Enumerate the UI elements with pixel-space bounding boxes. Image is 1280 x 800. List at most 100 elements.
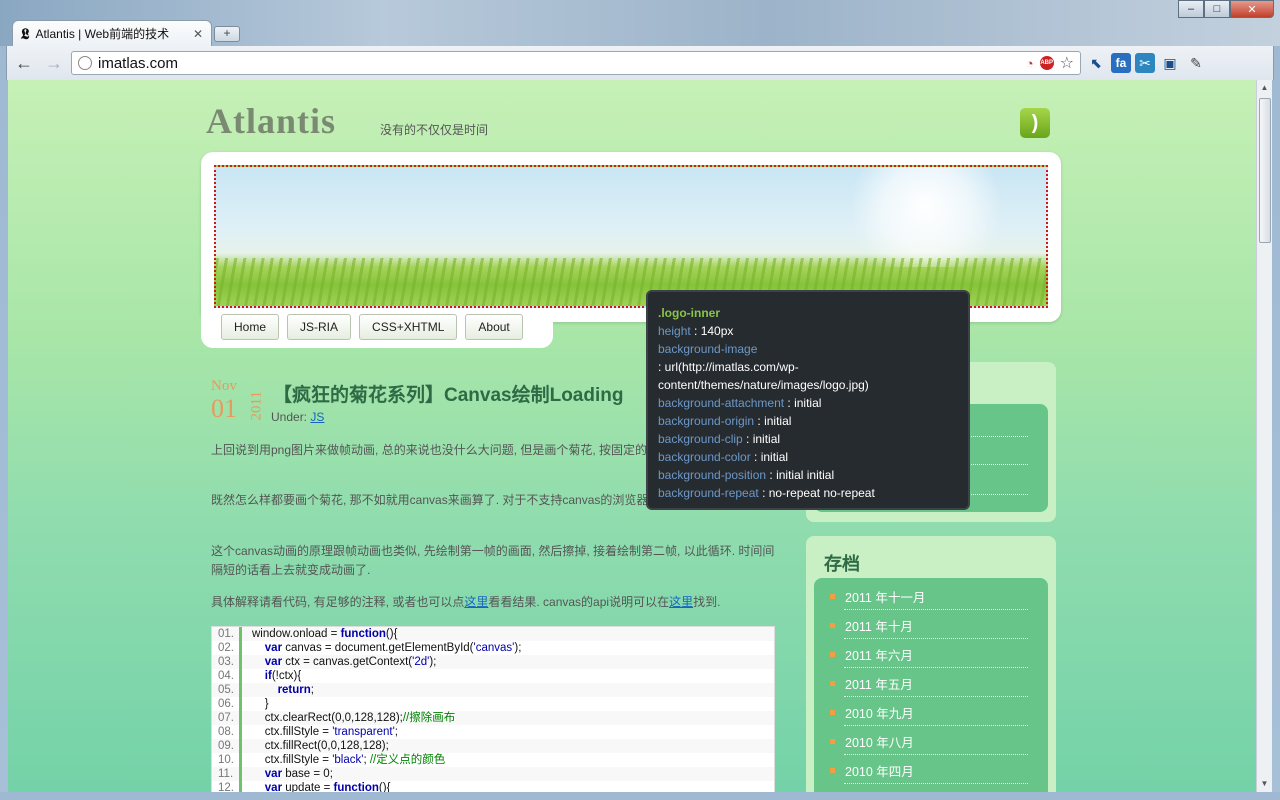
code-line: 03. var ctx = canvas.getContext('2d'); bbox=[212, 655, 774, 669]
browser-tab[interactable]: 𝕷 Atlantis | Web前端的技术 ✕ bbox=[12, 20, 212, 46]
property-name: background-clip bbox=[658, 432, 743, 446]
line-number: 02. bbox=[212, 641, 242, 655]
line-number: 03. bbox=[212, 655, 242, 669]
category-link[interactable]: JS bbox=[310, 410, 324, 424]
archive-item[interactable]: 2010 年四月 bbox=[830, 761, 914, 780]
post-category: Under: JS bbox=[271, 410, 324, 424]
forward-button[interactable]: → bbox=[41, 51, 67, 75]
archive-item[interactable]: 2010 年九月 bbox=[830, 703, 914, 722]
code-text: if(!ctx){ bbox=[264, 670, 302, 682]
archive-item[interactable]: 2011 年六月 bbox=[830, 645, 913, 664]
tooltip-selector: .logo-inner bbox=[658, 306, 720, 320]
code-text: ctx.fillRect(0,0,128,128); bbox=[252, 740, 389, 752]
post-paragraph-4: 具体解释请看代码, 有足够的注释, 或者也可以点这里看看结果. canvas的a… bbox=[211, 593, 786, 612]
line-number: 10. bbox=[212, 753, 242, 767]
nav-js-ria[interactable]: JS-RIA bbox=[287, 314, 352, 340]
under-label: Under: bbox=[271, 410, 308, 424]
line-number: 09. bbox=[212, 739, 242, 753]
inspector-tooltip: .logo-inner height : 140px background-ima… bbox=[646, 290, 970, 510]
property-name: background-position bbox=[658, 468, 767, 482]
tooltip-property: background-position : initial initial bbox=[658, 468, 835, 482]
nav-about[interactable]: About bbox=[465, 314, 523, 340]
browser-toolbar: ← → imatlas.com ◔ ABP ☆ ⬉ fa ✂ ▣ ✎ bbox=[6, 46, 1274, 80]
line-number: 06. bbox=[212, 697, 242, 711]
nav-home[interactable]: Home bbox=[221, 314, 280, 340]
tooltip-property: background-origin : initial bbox=[658, 414, 792, 428]
maximize-button[interactable]: □ bbox=[1204, 0, 1230, 18]
page-action-icon[interactable]: ◔ bbox=[1026, 56, 1034, 71]
tooltip-property: background-attachment : initial bbox=[658, 396, 822, 410]
scroll-down-arrow[interactable]: ▼ bbox=[1257, 776, 1272, 792]
back-button[interactable]: ← bbox=[11, 51, 37, 75]
scroll-up-arrow[interactable]: ▲ bbox=[1257, 80, 1272, 96]
line-number: 12. bbox=[212, 781, 242, 792]
code-text: var base = 0; bbox=[264, 768, 333, 780]
line-number: 07. bbox=[212, 711, 242, 725]
logo-inner-banner[interactable] bbox=[214, 165, 1048, 308]
site-tagline: 没有的不仅仅是时间 bbox=[380, 123, 489, 137]
archive-label: 2011 年五月 bbox=[845, 678, 913, 692]
code-text: var update = function(){ bbox=[264, 782, 391, 792]
code-line: 05. return; bbox=[212, 683, 774, 697]
rss-icon[interactable]: ) bbox=[1020, 108, 1050, 138]
api-link[interactable]: 这里 bbox=[669, 595, 693, 609]
address-bar[interactable]: imatlas.com ◔ ABP ☆ bbox=[71, 51, 1081, 75]
scroll-thumb[interactable] bbox=[1259, 98, 1271, 243]
post-title[interactable]: 【疯狂的菊花系列】Canvas绘制Loading bbox=[273, 380, 623, 407]
code-text: ctx.fillStyle = 'transparent'; bbox=[252, 726, 398, 738]
archive-item[interactable]: 2011 年十一月 bbox=[830, 587, 925, 606]
archive-label: 2010 年四月 bbox=[845, 765, 914, 779]
line-number: 08. bbox=[212, 725, 242, 739]
archive-label: 2010 年八月 bbox=[845, 736, 914, 750]
bookmark-star-icon[interactable]: ☆ bbox=[1060, 53, 1074, 73]
minimize-button[interactable]: – bbox=[1178, 0, 1204, 18]
post-day: 01 bbox=[211, 394, 237, 423]
vertical-scrollbar[interactable]: ▲ ▼ bbox=[1256, 80, 1272, 792]
code-line: 06. } bbox=[212, 697, 774, 711]
p4-text-a: 具体解释请看代码, 有足够的注释, 或者也可以点 bbox=[211, 595, 465, 609]
code-block: 01. window.onload = function(){02. var ca… bbox=[211, 626, 775, 792]
new-tab-button[interactable]: + bbox=[214, 26, 240, 42]
adblock-icon[interactable]: ABP bbox=[1039, 56, 1054, 70]
code-line: 07. ctx.clearRect(0,0,128,128);//擦除画布 bbox=[212, 711, 774, 725]
wrench-menu-icon[interactable]: ✎ bbox=[1185, 52, 1207, 74]
p4-text-b: 看看结果. canvas的api说明可以在 bbox=[488, 595, 670, 609]
site-title[interactable]: Atlantis bbox=[206, 100, 336, 142]
property-name: background-repeat bbox=[658, 486, 759, 500]
archive-item[interactable]: 2010 年八月 bbox=[830, 732, 914, 751]
property-name: background-attachment bbox=[658, 396, 785, 410]
nav-css-xhtml[interactable]: CSS+XHTML bbox=[359, 314, 458, 340]
bullet-icon bbox=[830, 594, 835, 599]
globe-icon bbox=[78, 56, 92, 70]
fa-extension-icon[interactable]: fa bbox=[1111, 53, 1131, 73]
code-text: return; bbox=[277, 684, 314, 696]
bullet-icon bbox=[830, 768, 835, 773]
code-line: 02. var canvas = document.getElementById… bbox=[212, 641, 774, 655]
element-picker-icon[interactable]: ⬉ bbox=[1085, 52, 1107, 74]
tab-close-icon[interactable]: ✕ bbox=[193, 27, 203, 41]
tooltip-property: background-repeat : no-repeat no-repeat bbox=[658, 486, 875, 500]
page-viewport: Atlantis 没有的不仅仅是时间 ) Home JS-RIA CSS+XHT… bbox=[8, 80, 1256, 792]
tooltip-property: background-clip : initial bbox=[658, 432, 781, 446]
bullet-icon bbox=[830, 652, 835, 657]
tools-extension-icon[interactable]: ✂ bbox=[1135, 53, 1155, 73]
code-line: 11. var base = 0; bbox=[212, 767, 774, 781]
result-link[interactable]: 这里 bbox=[464, 595, 488, 609]
archive-label: 2011 年六月 bbox=[845, 649, 913, 663]
code-text: } bbox=[252, 698, 269, 710]
property-name: background-image bbox=[658, 342, 758, 356]
code-text: ctx.clearRect(0,0,128,128);//擦除画布 bbox=[252, 712, 456, 724]
code-text: window.onload = function(){ bbox=[252, 628, 398, 640]
post-month: Nov bbox=[211, 378, 237, 394]
property-name: background-color bbox=[658, 450, 751, 464]
bullet-icon bbox=[830, 623, 835, 628]
archive-label: 2011 年十月 bbox=[845, 620, 913, 634]
close-window-button[interactable]: ✕ bbox=[1230, 0, 1274, 18]
browser-window: – □ ✕ 𝕷 Atlantis | Web前端的技术 ✕ + ← → imat… bbox=[0, 0, 1280, 800]
archive-item[interactable]: 2011 年五月 bbox=[830, 674, 913, 693]
line-number: 05. bbox=[212, 683, 242, 697]
archive-title: 存档 bbox=[824, 554, 860, 574]
window-extension-icon[interactable]: ▣ bbox=[1159, 52, 1181, 74]
post-date: Nov 01 2011 bbox=[211, 378, 267, 426]
archive-item[interactable]: 2011 年十月 bbox=[830, 616, 913, 635]
